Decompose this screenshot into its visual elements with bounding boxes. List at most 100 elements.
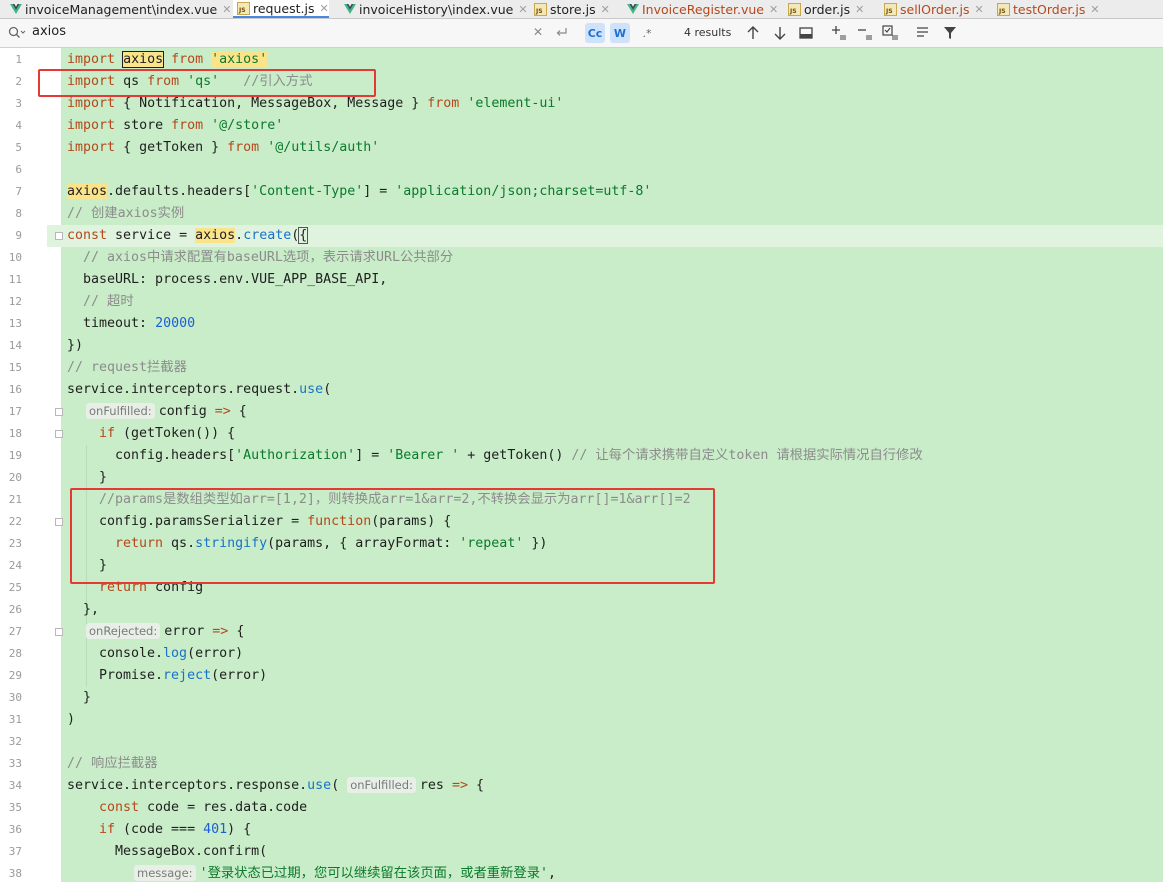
code-line-8[interactable]: // 创建axios实例 bbox=[67, 203, 184, 225]
annotation-box-params-serializer bbox=[70, 488, 715, 584]
line-number: 10 bbox=[8, 251, 22, 264]
add-occurrence-icon[interactable] bbox=[831, 25, 849, 41]
fold-marker[interactable] bbox=[55, 518, 63, 526]
code-line-20[interactable]: } bbox=[99, 467, 107, 489]
filter-options-icon[interactable] bbox=[916, 26, 932, 40]
js-icon: JS bbox=[997, 2, 1010, 16]
line-number: 25 bbox=[8, 581, 22, 594]
close-icon[interactable]: ✕ bbox=[1090, 3, 1099, 16]
match-case-toggle[interactable]: Cc bbox=[585, 23, 605, 43]
line-number: 26 bbox=[8, 603, 22, 616]
code-line-29[interactable]: Promise.reject(error) bbox=[99, 665, 267, 687]
line-number: 36 bbox=[8, 823, 22, 836]
close-icon[interactable]: ✕ bbox=[222, 3, 231, 16]
tab-label: store.js bbox=[550, 1, 596, 17]
code-line-10[interactable]: // axios中请求配置有baseURL选项，表示请求URL公共部分 bbox=[83, 247, 453, 269]
code-line-15[interactable]: // request拦截器 bbox=[67, 357, 187, 379]
search-icon[interactable] bbox=[8, 26, 26, 39]
arrow-up-icon[interactable] bbox=[747, 26, 759, 40]
code-editor[interactable]: 1 2 3 4 5 6 7 8 9 10 11 12 13 14 15 16 17 18 19 20 21 22 23 24 2… bbox=[0, 48, 1163, 882]
search-results-count: 4 results bbox=[684, 26, 732, 39]
code-line-11[interactable]: baseURL: process.env.VUE_APP_BASE_API, bbox=[83, 269, 387, 291]
whole-words-toggle[interactable]: W bbox=[610, 23, 630, 43]
code-line-13[interactable]: timeout: 20000 bbox=[83, 313, 195, 335]
code-line-17[interactable]: onFulfilled: config => { bbox=[86, 401, 247, 423]
line-number: 17 bbox=[8, 405, 22, 418]
close-icon[interactable]: ✕ bbox=[601, 3, 610, 16]
line-number: 23 bbox=[8, 537, 22, 550]
code-line-30[interactable]: } bbox=[83, 687, 91, 709]
close-icon[interactable]: ✕ bbox=[855, 3, 864, 16]
tab-label: sellOrder.js bbox=[900, 1, 970, 17]
fold-marker[interactable] bbox=[55, 628, 63, 636]
code-line-7[interactable]: axios.defaults.headers['Content-Type'] =… bbox=[67, 181, 651, 203]
annotation-box-qs-import bbox=[38, 69, 376, 97]
arrow-down-icon[interactable] bbox=[774, 26, 786, 40]
fold-marker[interactable] bbox=[55, 408, 63, 416]
code-line-35[interactable]: const code = res.data.code bbox=[99, 797, 307, 819]
close-icon[interactable]: ✕ bbox=[518, 3, 527, 16]
select-all-occurrences-icon[interactable] bbox=[882, 25, 900, 41]
code-line-12[interactable]: // 超时 bbox=[83, 291, 134, 313]
clear-search-icon[interactable]: ✕ bbox=[533, 25, 543, 39]
line-number: 35 bbox=[8, 801, 22, 814]
remove-occurrence-icon[interactable] bbox=[857, 25, 875, 41]
vue-icon bbox=[344, 4, 356, 14]
code-line-26[interactable]: }, bbox=[83, 599, 99, 621]
code-line-18[interactable]: if (getToken()) { bbox=[99, 423, 235, 445]
code-line-27[interactable]: onRejected: error => { bbox=[86, 621, 244, 643]
tab-invoice-management[interactable]: invoiceManagement\index.vue ✕ bbox=[6, 0, 231, 18]
line-number: 29 bbox=[8, 669, 22, 682]
line-number: 31 bbox=[8, 713, 22, 726]
tab-store-js[interactable]: JS store.js ✕ bbox=[530, 0, 610, 18]
close-icon[interactable]: ✕ bbox=[769, 3, 778, 16]
line-number: 7 bbox=[15, 185, 22, 198]
tab-test-order-js[interactable]: JS testOrder.js ✕ bbox=[993, 0, 1100, 18]
tab-order-js[interactable]: JS order.js ✕ bbox=[784, 0, 864, 18]
code-line-16[interactable]: service.interceptors.request.use( bbox=[67, 379, 331, 401]
js-icon: JS bbox=[884, 2, 897, 16]
history-icon[interactable] bbox=[554, 25, 568, 39]
line-number: 5 bbox=[15, 141, 22, 154]
code-line-33[interactable]: // 响应拦截器 bbox=[67, 753, 158, 775]
code-line-36[interactable]: if (code === 401) { bbox=[99, 819, 251, 841]
open-in-window-icon[interactable] bbox=[799, 26, 813, 40]
search-input[interactable]: axios bbox=[32, 24, 66, 39]
code-line-4[interactable]: import store from '@/store' bbox=[67, 115, 283, 137]
line-number: 28 bbox=[8, 647, 22, 660]
param-hint: onFulfilled: bbox=[347, 777, 416, 793]
tab-invoice-register[interactable]: InvoiceRegister.vue ✕ bbox=[623, 0, 778, 18]
code-line-5[interactable]: import { getToken } from '@/utils/auth' bbox=[67, 137, 379, 159]
code-line-19[interactable]: config.headers['Authorization'] = 'Beare… bbox=[115, 445, 923, 467]
code-line-1[interactable]: import axios from 'axios' bbox=[67, 49, 268, 71]
close-icon[interactable]: ✕ bbox=[319, 2, 328, 15]
js-icon: JS bbox=[237, 1, 250, 15]
tab-label: testOrder.js bbox=[1013, 1, 1086, 17]
fold-gutter bbox=[47, 48, 61, 882]
fold-marker[interactable] bbox=[55, 430, 63, 438]
tab-invoice-history[interactable]: invoiceHistory\index.vue ✕ bbox=[340, 0, 528, 18]
close-icon[interactable]: ✕ bbox=[974, 3, 983, 16]
code-line-9[interactable]: const service = axios.create({ bbox=[67, 225, 309, 247]
code-line-14[interactable]: }) bbox=[67, 335, 83, 357]
line-number: 12 bbox=[8, 295, 22, 308]
line-number: 4 bbox=[15, 119, 22, 132]
code-line-37[interactable]: MessageBox.confirm( bbox=[115, 841, 267, 863]
code-line-28[interactable]: console.log(error) bbox=[99, 643, 243, 665]
line-number: 34 bbox=[8, 779, 22, 792]
param-hint: onFulfilled: bbox=[86, 403, 155, 419]
code-line-31[interactable]: ) bbox=[67, 709, 75, 731]
line-number: 13 bbox=[8, 317, 22, 330]
line-number: 1 bbox=[15, 53, 22, 66]
fold-marker[interactable] bbox=[55, 232, 63, 240]
tab-sell-order-js[interactable]: JS sellOrder.js ✕ bbox=[880, 0, 984, 18]
tab-request-js[interactable]: JS request.js ✕ bbox=[233, 0, 329, 18]
regex-toggle[interactable]: .* bbox=[637, 23, 657, 43]
filter-icon[interactable] bbox=[943, 26, 957, 40]
line-number: 11 bbox=[8, 273, 22, 286]
line-number: 8 bbox=[15, 207, 22, 220]
param-hint: message: bbox=[134, 865, 196, 881]
line-number: 15 bbox=[8, 361, 22, 374]
code-line-34[interactable]: service.interceptors.response.use( onFul… bbox=[67, 775, 484, 797]
search-match: axios bbox=[67, 184, 108, 199]
